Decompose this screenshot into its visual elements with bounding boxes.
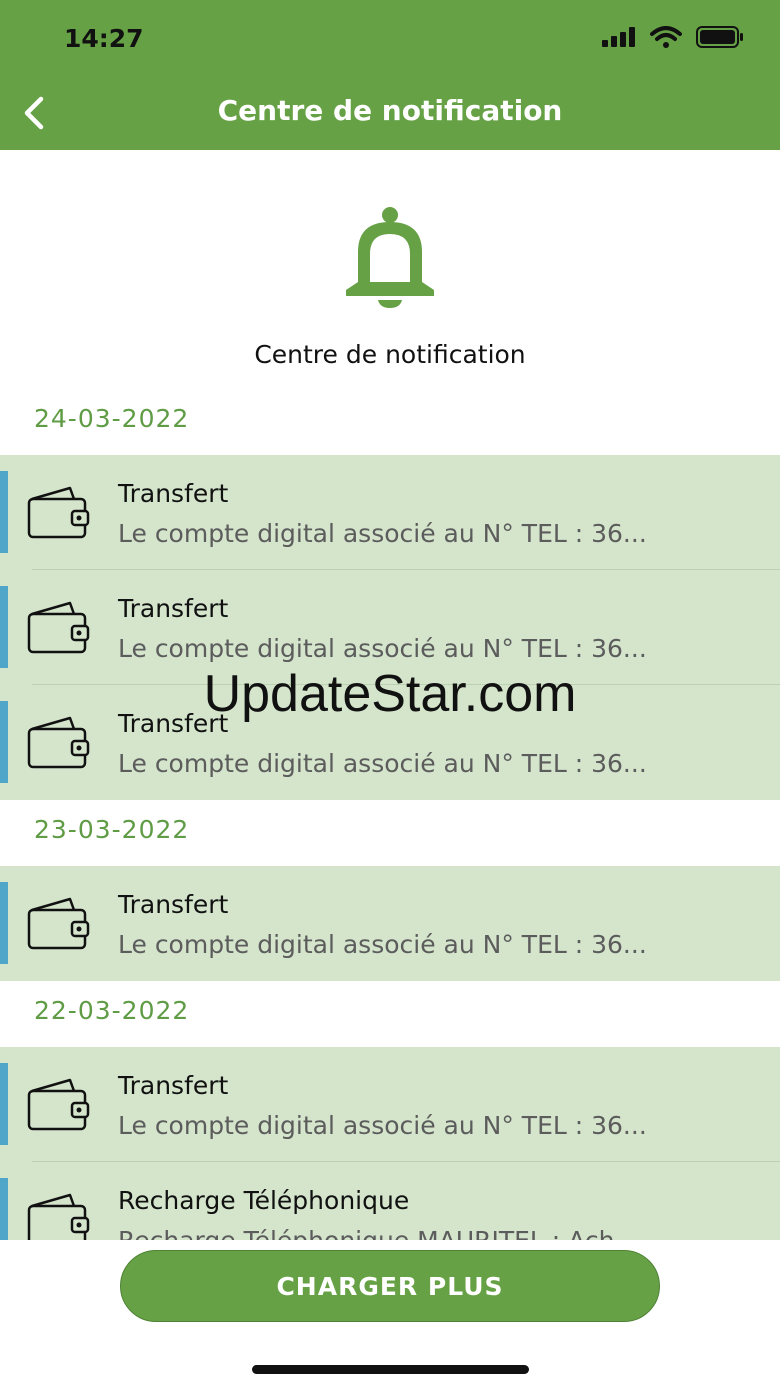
battery-icon bbox=[696, 26, 743, 48]
bell-icon bbox=[346, 207, 434, 308]
item-description: Le compte digital associé au N° TEL : 36… bbox=[118, 749, 647, 778]
notification-item[interactable]: Transfert Le compte digital associé au N… bbox=[0, 866, 780, 981]
footer: CHARGER PLUS bbox=[0, 1240, 780, 1387]
group-date: 23-03-2022 bbox=[34, 815, 190, 844]
app-header: 14:27 Centre de notification bbox=[0, 0, 780, 150]
wallet-icon bbox=[27, 897, 90, 950]
status-icons bbox=[602, 26, 744, 48]
notification-list: 14:27 Centre de notification Centre de n… bbox=[0, 0, 780, 1240]
wallet-icon bbox=[27, 1078, 90, 1131]
item-title: Transfert bbox=[118, 890, 229, 919]
notification-item[interactable]: Transfert Le compte digital associé au N… bbox=[0, 455, 780, 570]
wifi-icon bbox=[650, 26, 682, 48]
notification-item[interactable]: Transfert Le compte digital associé au N… bbox=[0, 685, 780, 800]
page-title: Centre de notification bbox=[217, 94, 563, 127]
load-more-button[interactable]: CHARGER PLUS bbox=[120, 1250, 660, 1322]
wallet-icon bbox=[27, 601, 90, 654]
item-accent-bar bbox=[0, 701, 8, 783]
item-accent-bar bbox=[0, 586, 8, 668]
signal-icon bbox=[602, 27, 635, 47]
status-time: 14:27 bbox=[64, 24, 144, 53]
item-accent-bar bbox=[0, 1063, 8, 1145]
group-date: 22-03-2022 bbox=[34, 996, 190, 1025]
item-accent-bar bbox=[0, 471, 8, 553]
notification-item[interactable]: Transfert Le compte digital associé au N… bbox=[0, 570, 780, 685]
group-date: 24-03-2022 bbox=[34, 404, 190, 433]
item-description: Le compte digital associé au N° TEL : 36… bbox=[118, 634, 647, 663]
item-accent-bar bbox=[0, 882, 8, 964]
hero-title: Centre de notification bbox=[254, 340, 526, 369]
notification-item[interactable]: Recharge Téléphonique Recharge Téléphoni… bbox=[0, 1162, 780, 1240]
item-accent-bar bbox=[0, 1178, 8, 1240]
item-description: Le compte digital associé au N° TEL : 36… bbox=[118, 930, 647, 959]
item-description: Le compte digital associé au N° TEL : 36… bbox=[118, 519, 647, 548]
wallet-icon bbox=[27, 716, 90, 769]
item-description: Recharge Téléphonique MAURITEL : Ach... bbox=[118, 1226, 758, 1240]
item-title: Recharge Téléphonique bbox=[118, 1186, 410, 1215]
wallet-icon bbox=[27, 1193, 90, 1240]
wallet-icon bbox=[27, 486, 90, 539]
notification-item[interactable]: Transfert Le compte digital associé au N… bbox=[0, 1047, 780, 1162]
item-title: Transfert bbox=[118, 594, 229, 623]
home-indicator bbox=[252, 1365, 529, 1374]
item-title: Transfert bbox=[118, 1071, 229, 1100]
item-title: Transfert bbox=[118, 479, 229, 508]
item-title: Transfert bbox=[118, 709, 229, 738]
item-description: Le compte digital associé au N° TEL : 36… bbox=[118, 1111, 647, 1140]
